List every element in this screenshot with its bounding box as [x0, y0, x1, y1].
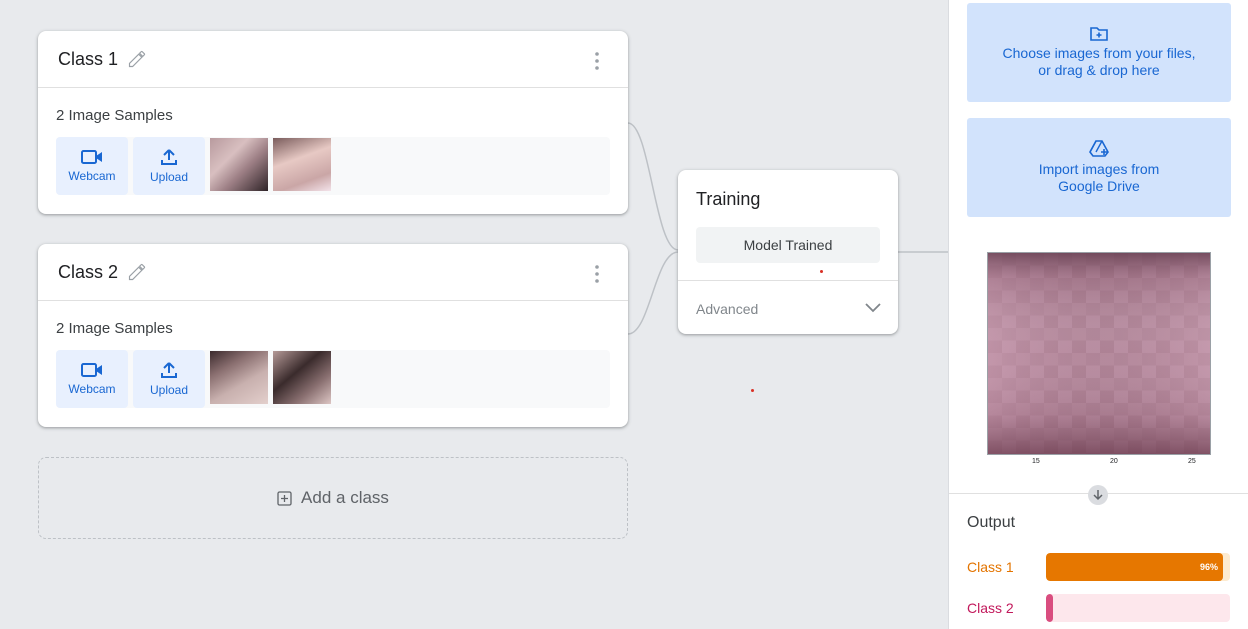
sample-row: Webcam Upload — [56, 350, 610, 408]
preview-image — [987, 252, 1211, 455]
upload-label: Upload — [149, 170, 189, 184]
webcam-button[interactable]: Webcam — [56, 350, 128, 408]
x-tick: 20 — [1110, 458, 1118, 465]
videocam-icon — [81, 363, 102, 377]
sample-thumbnail[interactable] — [210, 351, 268, 404]
sample-thumbnail[interactable] — [210, 138, 268, 191]
folder-add-icon — [1090, 27, 1108, 41]
training-card: Training Model Trained Advanced — [678, 170, 898, 334]
upload-icon — [161, 362, 177, 378]
arrow-down-icon — [1088, 485, 1108, 505]
choose-files-line2: or drag & drop here — [1038, 62, 1160, 78]
class-card-1: Class 1 2 Image Samples Webcam Upload — [38, 31, 628, 214]
output-title: Output — [967, 514, 1016, 531]
choose-files-dropzone[interactable]: Choose images from your files, or drag &… — [967, 3, 1231, 102]
add-class-button[interactable]: Add a class — [38, 457, 628, 539]
class-card-2: Class 2 2 Image Samples Webcam Upload — [38, 244, 628, 427]
upload-icon — [161, 149, 177, 165]
webcam-label: Webcam — [68, 382, 116, 396]
output-bar-fill — [1046, 594, 1054, 622]
x-tick: 15 — [1032, 458, 1040, 465]
class-name[interactable]: Class 2 — [58, 262, 118, 283]
output-bar-class-2 — [1046, 594, 1230, 622]
pencil-icon[interactable] — [127, 262, 147, 282]
cursor-dot — [751, 389, 754, 392]
pencil-icon[interactable] — [127, 49, 147, 69]
class-card-header: Class 2 — [38, 244, 628, 301]
drive-line1: Import images from — [1038, 161, 1160, 177]
x-tick: 25 — [1188, 458, 1196, 465]
google-drive-icon — [1089, 140, 1109, 157]
webcam-label: Webcam — [68, 169, 116, 183]
upload-button[interactable]: Upload — [133, 137, 205, 195]
output-label-class-2: Class 2 — [967, 600, 1014, 616]
output-label-class-1: Class 1 — [967, 559, 1014, 575]
sample-thumbnail[interactable] — [273, 351, 331, 404]
sample-row: Webcam Upload — [56, 137, 610, 195]
videocam-icon — [81, 150, 102, 164]
add-box-icon — [277, 490, 292, 506]
output-percent: 96% — [1199, 562, 1218, 572]
webcam-button[interactable]: Webcam — [56, 137, 128, 195]
more-vert-icon[interactable] — [588, 264, 606, 284]
upload-label: Upload — [149, 383, 189, 397]
google-drive-import[interactable]: Import images from Google Drive — [967, 118, 1231, 217]
advanced-toggle[interactable]: Advanced — [696, 301, 758, 317]
choose-files-line1: Choose images from your files, — [1002, 45, 1196, 61]
training-title: Training — [696, 189, 761, 209]
upload-button[interactable]: Upload — [133, 350, 205, 408]
more-vert-icon[interactable] — [588, 51, 606, 71]
train-model-button[interactable]: Model Trained — [696, 227, 880, 263]
class-card-header: Class 1 — [38, 31, 628, 88]
class-name[interactable]: Class 1 — [58, 49, 118, 70]
chevron-down-icon[interactable] — [864, 300, 882, 314]
samples-label: 2 Image Samples — [56, 107, 173, 124]
drive-line2: Google Drive — [1058, 178, 1140, 194]
cursor-dot — [820, 270, 823, 273]
samples-label: 2 Image Samples — [56, 320, 173, 337]
output-bar-fill — [1046, 553, 1223, 581]
divider — [678, 280, 898, 281]
sample-thumbnail[interactable] — [273, 138, 331, 191]
preview-panel: Choose images from your files, or drag &… — [948, 0, 1248, 629]
output-bar-class-1: 96% — [1046, 553, 1230, 581]
add-class-label: Add a class — [301, 488, 389, 507]
